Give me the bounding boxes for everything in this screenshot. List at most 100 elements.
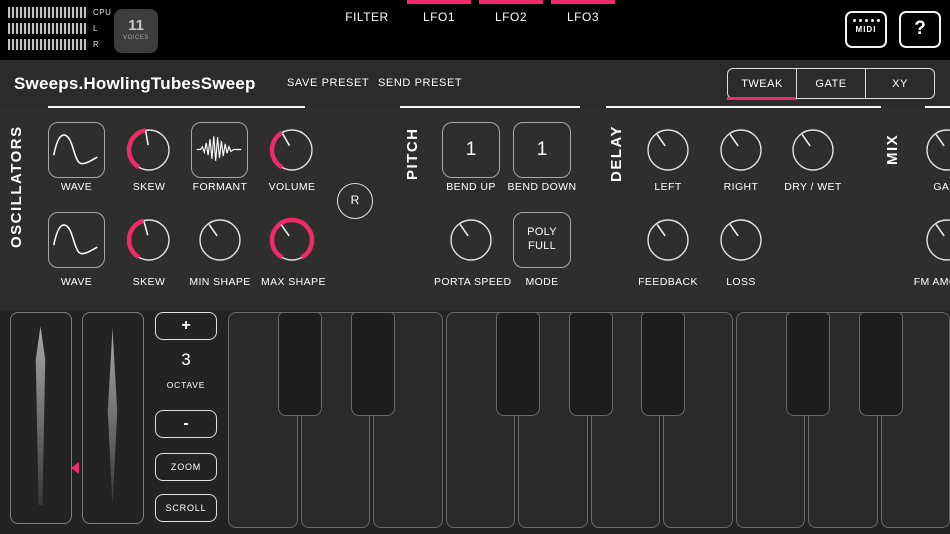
dry-wet-knob[interactable]	[790, 127, 836, 173]
mode-xy-button[interactable]: XY	[865, 68, 935, 99]
gain-label: GAIN	[933, 181, 950, 193]
wave-display-2[interactable]	[48, 212, 105, 268]
black-key[interactable]	[278, 312, 322, 416]
porta-speed-knob[interactable]	[448, 217, 494, 263]
formant-label: FORMANT	[192, 181, 248, 193]
tab-lfo2-label: LFO2	[494, 10, 527, 24]
formant-display[interactable]	[191, 122, 248, 178]
tab-lfo3[interactable]: LFO3	[547, 0, 619, 24]
bend-down-value[interactable]: 1	[513, 122, 571, 178]
skew-1-label: SKEW	[132, 181, 166, 193]
black-key[interactable]	[351, 312, 395, 416]
wave-1-label: WAVE	[60, 181, 93, 193]
tab-filter-label: FILTER	[345, 10, 389, 24]
tab-lfo2[interactable]: LFO2	[475, 0, 547, 24]
help-button[interactable]: ?	[899, 11, 941, 48]
tab-lfo3-label: LFO3	[566, 10, 599, 24]
formant-icon	[196, 136, 242, 161]
level-meters: CPU L R	[8, 7, 111, 50]
delay-left-knob[interactable]	[645, 127, 691, 173]
octave-up-button[interactable]: +	[155, 312, 217, 340]
mix-title: MIX	[884, 133, 901, 165]
min-shape-knob[interactable]	[197, 217, 243, 263]
tab-lfo1[interactable]: LFO1	[403, 0, 475, 24]
voices-label: VOICES	[123, 35, 149, 41]
pitch-wheel-strip	[35, 326, 46, 506]
volume-knob[interactable]	[269, 127, 315, 173]
wave-1-icon	[53, 134, 98, 165]
mode-value[interactable]: POLY FULL	[513, 212, 571, 268]
tab-lfo1-label: LFO1	[422, 10, 455, 24]
left-meter-label: L	[93, 24, 98, 33]
delay-right-knob[interactable]	[718, 127, 764, 173]
fm-amount-label: FM AMOUNT	[913, 276, 950, 288]
mod-wheel-strip	[107, 328, 118, 506]
pitch-title: PITCH	[404, 127, 421, 181]
zoom-button[interactable]: ZOOM	[155, 453, 217, 481]
gain-knob[interactable]	[924, 127, 950, 173]
feedback-label: FEEDBACK	[638, 276, 698, 288]
pitch-section-line	[400, 106, 580, 108]
send-preset-button[interactable]: SEND PRESET	[378, 60, 462, 107]
oscillators-title: OSCILLATORS	[8, 125, 25, 249]
skew-knob-1[interactable]	[126, 127, 172, 173]
tab-lfo2-active-bar	[479, 0, 543, 4]
feedback-knob[interactable]	[645, 217, 691, 263]
max-shape-knob[interactable]	[269, 217, 315, 263]
top-bar: CPU L R 11 VOICES FILTER LFO1 LFO2 LFO3 …	[0, 0, 950, 60]
midi-button-label: MIDI	[855, 25, 877, 34]
preset-title[interactable]: Sweeps.HowlingTubesSweep	[14, 60, 256, 107]
mode-gate-button[interactable]: GATE	[796, 68, 866, 99]
save-preset-button[interactable]: SAVE PRESET	[287, 60, 369, 107]
piano-keyboard	[228, 312, 950, 528]
bend-up-value[interactable]: 1	[442, 122, 500, 178]
delay-left-label: LEFT	[654, 181, 682, 193]
cpu-meter-bars	[8, 7, 88, 18]
delay-title: DELAY	[608, 125, 625, 183]
max-shape-label: MAX SHAPE	[261, 276, 326, 288]
dry-wet-label: DRY / WET	[784, 181, 842, 193]
skew-knob-2[interactable]	[126, 217, 172, 263]
min-shape-label: MIN SHAPE	[189, 276, 251, 288]
midi-button[interactable]: MIDI	[845, 11, 887, 48]
black-key[interactable]	[786, 312, 830, 416]
cpu-meter: CPU	[8, 7, 111, 18]
scroll-button[interactable]: SCROLL	[155, 494, 217, 522]
mod-wheel[interactable]	[82, 312, 144, 524]
bend-up-label: BEND UP	[446, 181, 496, 193]
black-key[interactable]	[641, 312, 685, 416]
synth-app: CPU L R 11 VOICES FILTER LFO1 LFO2 LFO3 …	[0, 0, 950, 534]
right-meter-label: R	[93, 40, 100, 49]
porta-speed-label: PORTA SPEED	[434, 276, 512, 288]
voices-count: 11	[128, 17, 144, 34]
volume-label: VOLUME	[268, 181, 316, 193]
randomize-button[interactable]: R	[337, 183, 373, 219]
octave-down-button[interactable]: -	[155, 410, 217, 438]
loss-label: LOSS	[726, 276, 756, 288]
wave-2-icon	[53, 224, 98, 255]
wave-display-1[interactable]	[48, 122, 105, 178]
pitch-wheel[interactable]	[10, 312, 72, 524]
black-key[interactable]	[496, 312, 540, 416]
right-level-meter: R	[8, 39, 111, 50]
tab-lfo3-active-bar	[551, 0, 615, 4]
mode-tweak-button[interactable]: TWEAK	[727, 68, 797, 100]
mod-wheel-marker-icon	[71, 462, 79, 474]
bend-down-label: BEND DOWN	[507, 181, 577, 193]
fm-amount-knob[interactable]	[924, 217, 950, 263]
loss-knob[interactable]	[718, 217, 764, 263]
black-key[interactable]	[859, 312, 903, 416]
tab-lfo1-active-bar	[407, 0, 471, 4]
octave-label: OCTAVE	[166, 380, 206, 390]
left-level-meter: L	[8, 23, 111, 34]
preset-bar: Sweeps.HowlingTubesSweep SAVE PRESET SEN…	[0, 60, 950, 107]
oscillators-section-line	[48, 106, 305, 108]
mode-switcher: TWEAK GATE XY	[727, 68, 935, 100]
cpu-meter-label: CPU	[93, 8, 112, 17]
voices-indicator: 11 VOICES	[114, 9, 158, 53]
black-key[interactable]	[569, 312, 613, 416]
delay-right-label: RIGHT	[723, 181, 759, 193]
midi-icon	[847, 19, 885, 22]
tab-filter[interactable]: FILTER	[331, 0, 403, 24]
skew-2-label: SKEW	[132, 276, 166, 288]
